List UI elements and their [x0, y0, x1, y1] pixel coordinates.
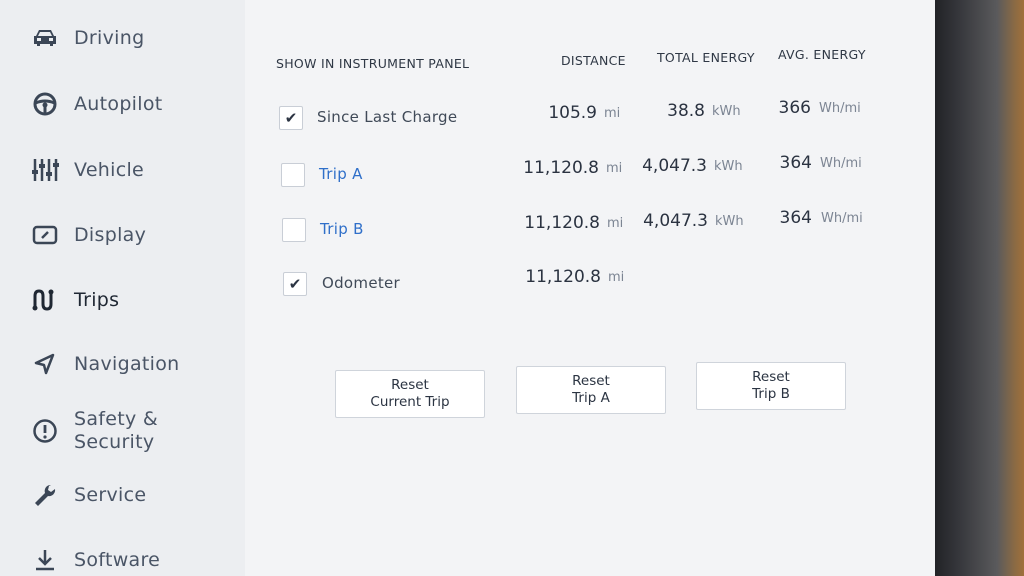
alert-circle-icon	[28, 416, 62, 446]
avg-energy-value: 364	[779, 208, 812, 228]
button-label-line2: Trip A	[572, 390, 610, 406]
odometer-checkbox[interactable]: ✔	[283, 272, 307, 296]
avg-energy-value: 364	[779, 153, 812, 173]
sidebar-item-label: Autopilot	[74, 92, 163, 115]
sidebar-item-display[interactable]: Display	[28, 215, 238, 255]
trip-a-checkbox[interactable]	[281, 163, 305, 187]
distance-unit: mi	[608, 270, 625, 285]
distance-unit: mi	[604, 106, 621, 121]
sidebar-item-vehicle[interactable]: Vehicle	[28, 150, 238, 190]
trip-label: Since Last Charge	[317, 108, 458, 126]
button-label-line2: Current Trip	[370, 394, 450, 410]
wrench-icon	[28, 480, 62, 510]
sidebar-item-label: Vehicle	[74, 158, 145, 181]
sliders-icon	[28, 155, 62, 185]
reset-current-trip-button[interactable]: Reset Current Trip	[335, 370, 485, 418]
total-energy-value: 4,047.3	[643, 211, 708, 231]
distance-value: 105.9	[548, 103, 597, 123]
trip-row-since-last-charge: ✔ Since Last Charge 105.9 mi 38.8 kWh 36…	[245, 98, 935, 136]
trip-row-odometer: ✔ Odometer 11,120.8 mi	[245, 266, 935, 302]
button-label: Reset Current Trip	[370, 377, 449, 411]
distance-unit: mi	[607, 216, 624, 231]
sidebar-item-trips[interactable]: Trips	[28, 280, 238, 320]
sidebar-item-safety-security[interactable]: Safety & Security	[28, 406, 238, 456]
header-total-energy: TOTAL ENERGY	[657, 50, 755, 65]
avg-energy-unit: Wh/mi	[821, 211, 863, 226]
sidebar-item-label-group: Safety & Security	[74, 408, 158, 454]
button-label: Reset Trip A	[572, 373, 610, 407]
screen-bezel	[928, 0, 1024, 576]
sidebar-item-label: Driving	[74, 26, 145, 49]
sidebar-item-label: Software	[74, 548, 161, 571]
avg-energy-value: 366	[778, 98, 811, 118]
total-energy-unit: kWh	[715, 214, 744, 229]
avg-energy-unit: Wh/mi	[820, 156, 862, 171]
distance-value: 11,120.8	[524, 213, 600, 233]
total-energy-unit: kWh	[714, 159, 743, 174]
trip-label-link[interactable]: Trip A	[319, 165, 363, 183]
trip-row-trip-a: Trip A 11,120.8 mi 4,047.3 kWh 364 Wh/mi	[245, 153, 935, 193]
settings-screen: Driving Autopilot Vehicle Display Trips	[0, 0, 935, 576]
reset-trip-a-button[interactable]: Reset Trip A	[516, 366, 666, 414]
header-show-in-instrument-panel: SHOW IN INSTRUMENT PANEL	[276, 56, 470, 71]
distance-value: 11,120.8	[523, 158, 599, 178]
total-energy-value: 4,047.3	[642, 156, 707, 176]
header-distance: DISTANCE	[561, 53, 626, 68]
sidebar-item-label: Service	[74, 483, 147, 506]
trips-panel: SHOW IN INSTRUMENT PANEL DISTANCE TOTAL …	[245, 0, 935, 576]
sidebar-item-software[interactable]: Software	[28, 540, 238, 576]
total-energy-unit: kWh	[712, 104, 741, 119]
trip-b-checkbox[interactable]	[282, 218, 306, 242]
display-icon	[28, 220, 62, 250]
button-label-line2: Trip B	[752, 386, 790, 402]
settings-sidebar: Driving Autopilot Vehicle Display Trips	[0, 0, 245, 576]
sidebar-item-driving[interactable]: Driving	[28, 18, 238, 58]
button-label-line1: Reset	[752, 369, 790, 385]
trip-label: Odometer	[322, 274, 401, 292]
sidebar-item-autopilot[interactable]: Autopilot	[28, 84, 238, 124]
reset-trip-b-button[interactable]: Reset Trip B	[696, 362, 846, 410]
trip-route-icon	[28, 285, 62, 315]
sidebar-item-navigation[interactable]: Navigation	[28, 344, 238, 384]
sidebar-item-label: Display	[74, 223, 147, 246]
avg-energy-unit: Wh/mi	[819, 101, 861, 116]
sidebar-item-label: Safety &	[74, 408, 159, 430]
trip-row-trip-b: Trip B 11,120.8 mi 4,047.3 kWh 364 Wh/mi	[245, 208, 935, 248]
steering-wheel-icon	[28, 89, 62, 119]
total-energy-value: 38.8	[667, 101, 705, 121]
sidebar-item-service[interactable]: Service	[28, 475, 238, 515]
button-label: Reset Trip B	[752, 369, 790, 403]
button-label-line1: Reset	[391, 377, 429, 393]
distance-value: 11,120.8	[525, 267, 601, 287]
header-avg-energy: AVG. ENERGY	[778, 47, 866, 62]
trip-label-link[interactable]: Trip B	[320, 220, 364, 238]
car-icon	[28, 23, 62, 53]
button-label-line1: Reset	[572, 373, 610, 389]
sidebar-item-label: Trips	[74, 288, 120, 311]
download-icon	[28, 545, 62, 575]
sidebar-item-label: Navigation	[74, 352, 180, 375]
since-last-charge-checkbox[interactable]: ✔	[279, 106, 303, 130]
sidebar-item-label-line2: Security	[74, 431, 155, 453]
navigation-arrow-icon	[28, 349, 62, 379]
distance-unit: mi	[606, 161, 623, 176]
